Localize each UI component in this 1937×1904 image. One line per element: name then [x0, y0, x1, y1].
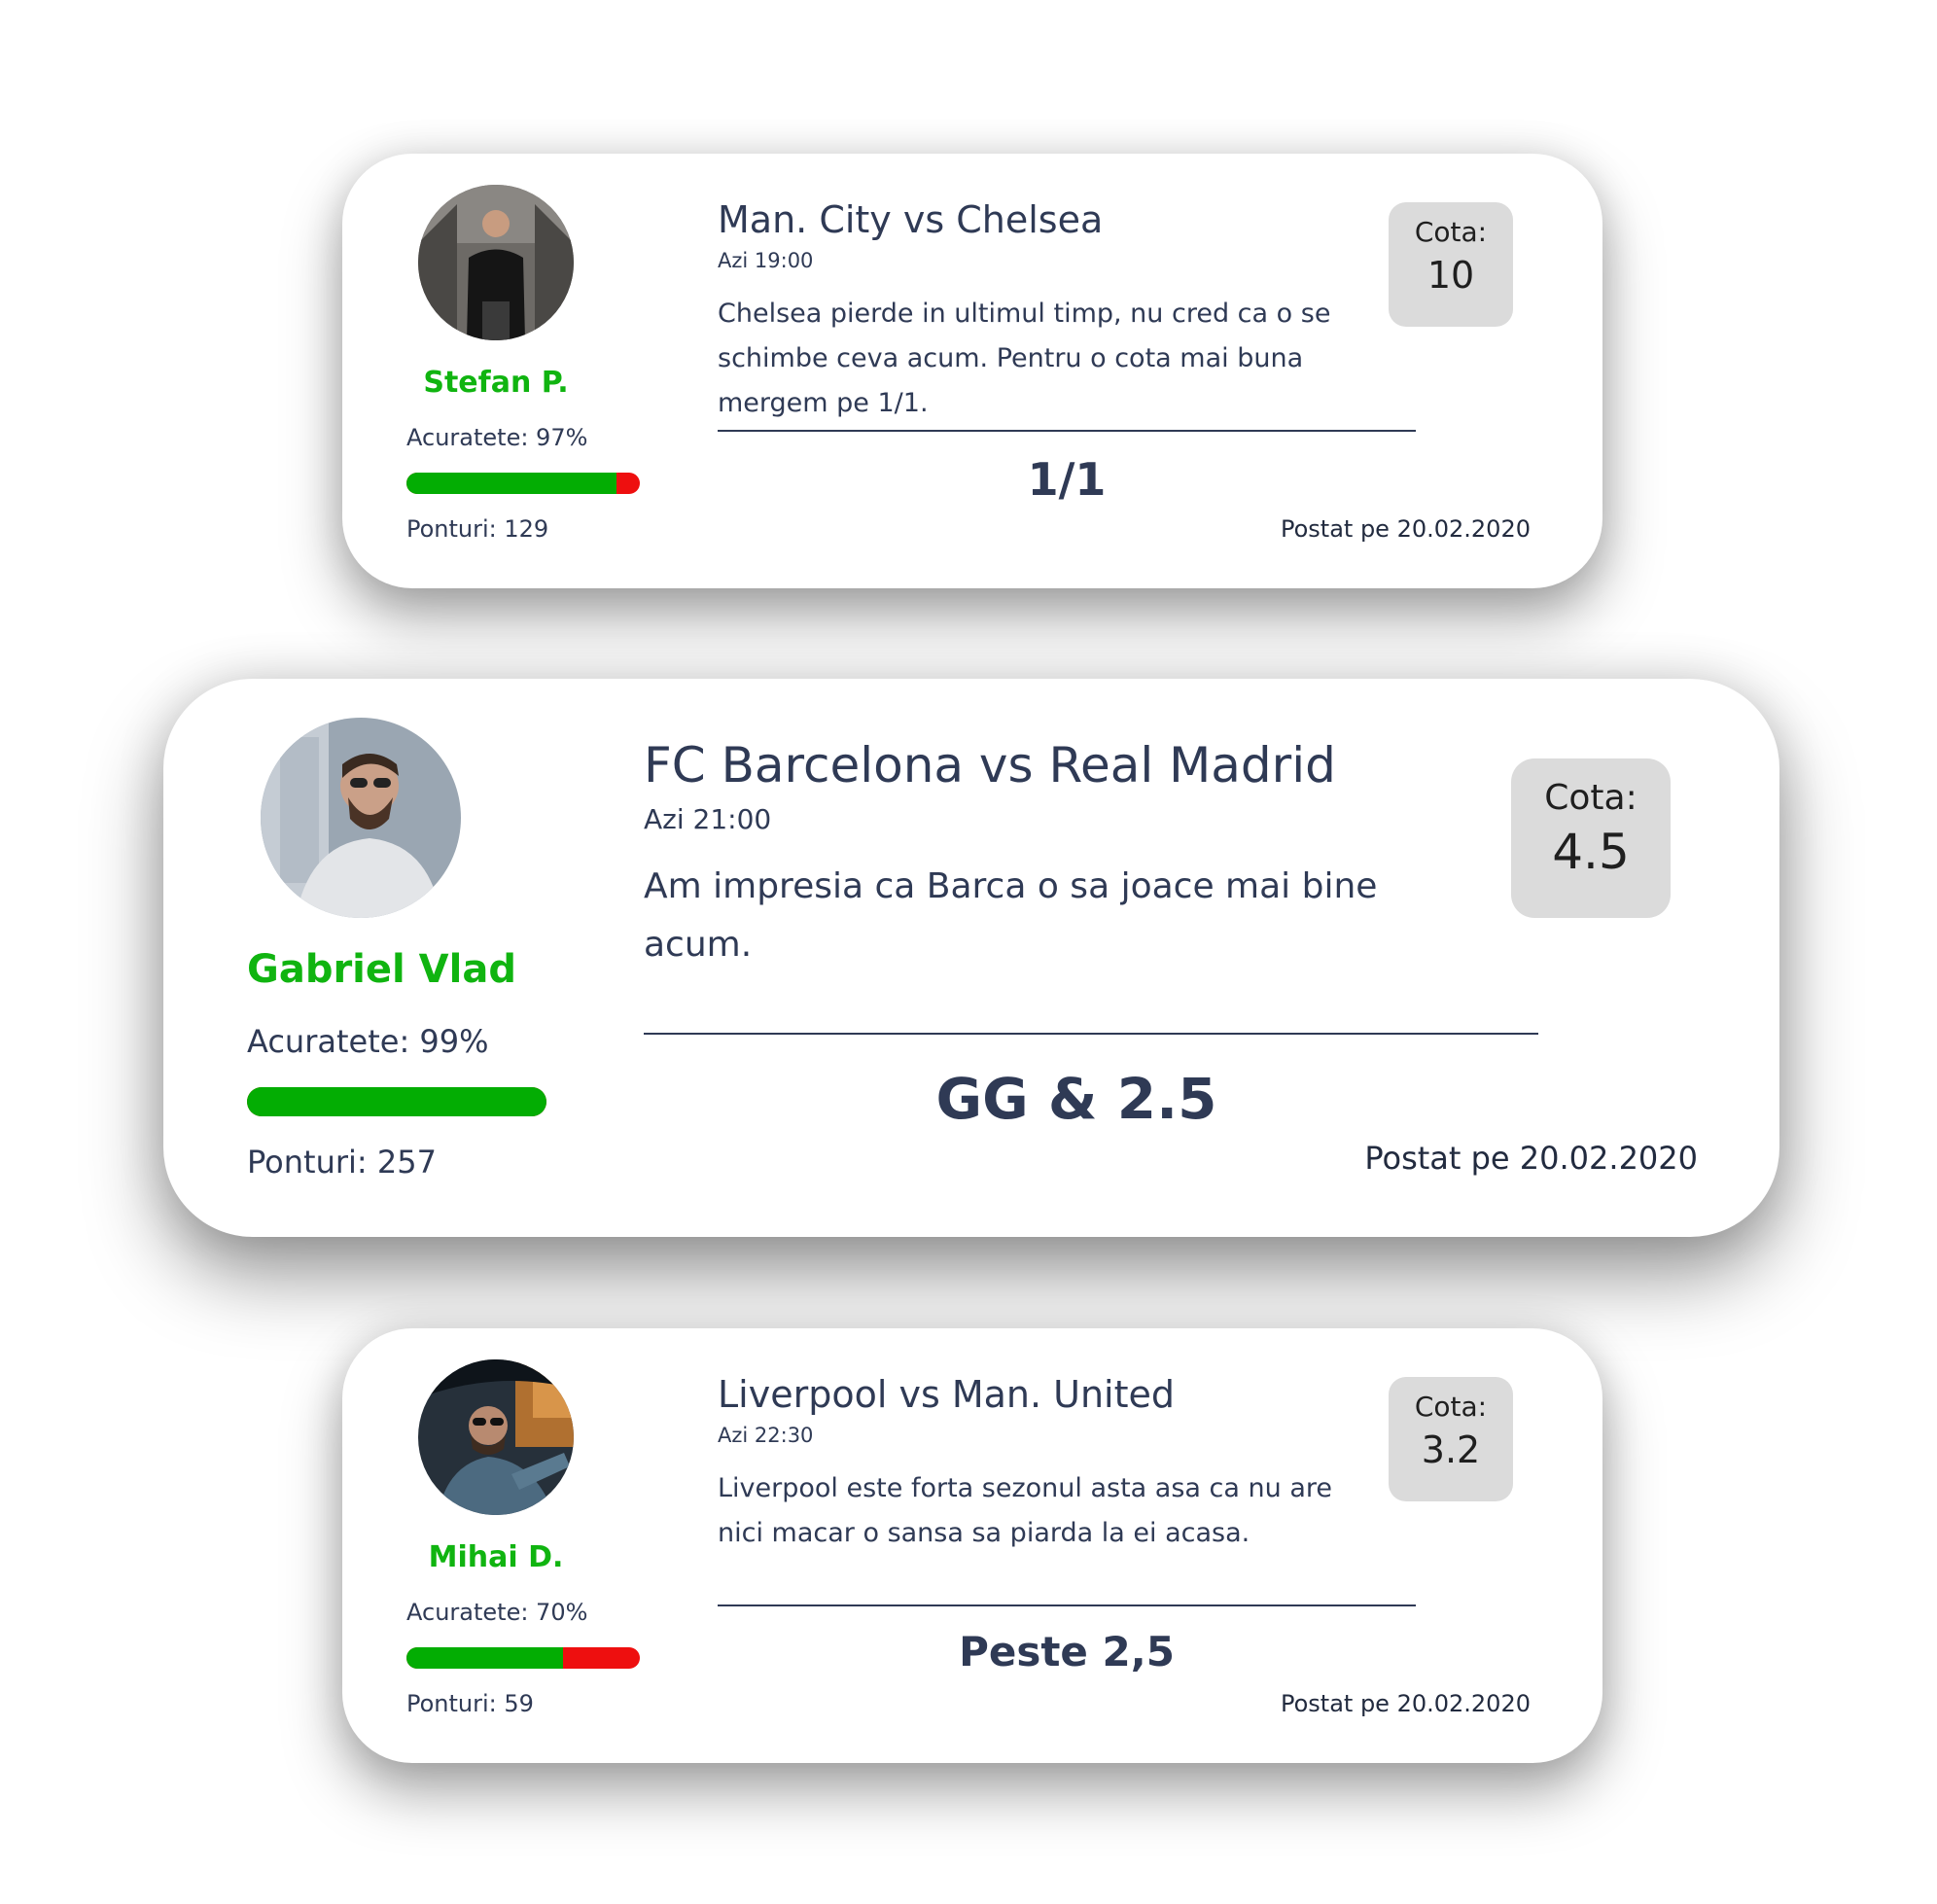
match-time: Azi 19:00 — [718, 249, 814, 272]
odds-value: 10 — [1426, 254, 1475, 297]
divider — [644, 1033, 1538, 1035]
tip-card[interactable]: Gabriel Vlad Acuratete: 99% Ponturi: 257… — [163, 679, 1779, 1237]
posted-date: Postat pe 20.02.2020 — [1364, 1140, 1698, 1177]
prediction-text: GG & 2.5 — [935, 1066, 1217, 1132]
user-name[interactable]: Mihai D. — [342, 1540, 650, 1574]
posted-date: Postat pe 20.02.2020 — [1280, 515, 1531, 543]
user-name[interactable]: Gabriel Vlad — [247, 947, 516, 992]
user-avatar-photo-icon — [261, 718, 461, 918]
tip-comment: Liverpool este forta sezonul asta asa ca… — [718, 1473, 1332, 1548]
accuracy-bar — [406, 1647, 640, 1669]
odds-label: Cota: — [1544, 778, 1638, 818]
odds-box[interactable]: Cota: 10 — [1389, 202, 1513, 327]
match-title[interactable]: FC Barcelona vs Real Madrid — [644, 737, 1336, 793]
user-avatar[interactable] — [418, 185, 574, 340]
accuracy-bar-fill — [406, 1647, 563, 1669]
match-title[interactable]: Man. City vs Chelsea — [718, 198, 1103, 241]
odds-label: Cota: — [1414, 216, 1488, 248]
accuracy-bar — [247, 1087, 546, 1116]
tip-card[interactable]: Mihai D. Acuratete: 70% Ponturi: 59 Live… — [342, 1328, 1602, 1763]
user-name[interactable]: Stefan P. — [342, 366, 650, 400]
match-time: Azi 21:00 — [644, 803, 772, 835]
posted-date: Postat pe 20.02.2020 — [1280, 1690, 1531, 1717]
user-avatar[interactable] — [261, 718, 461, 918]
accuracy-bar-fill — [247, 1087, 546, 1116]
accuracy-label: Acuratete: 97% — [406, 424, 588, 451]
match-title[interactable]: Liverpool vs Man. United — [718, 1373, 1175, 1416]
odds-value: 4.5 — [1552, 824, 1630, 880]
divider — [718, 1604, 1416, 1606]
user-avatar-photo-icon — [418, 185, 574, 340]
tips-count: Ponturi: 129 — [406, 515, 549, 543]
prediction-text: Peste 2,5 — [959, 1628, 1175, 1675]
prediction-text: 1/1 — [1027, 453, 1107, 506]
user-avatar-photo-icon — [418, 1359, 574, 1515]
match-time: Azi 22:30 — [718, 1424, 814, 1447]
odds-value: 3.2 — [1421, 1428, 1481, 1471]
tip-card[interactable]: Stefan P. Acuratete: 97% Ponturi: 129 Ma… — [342, 154, 1602, 588]
odds-box[interactable]: Cota: 3.2 — [1389, 1377, 1513, 1501]
tips-count: Ponturi: 59 — [406, 1690, 534, 1717]
divider — [718, 430, 1416, 432]
odds-box[interactable]: Cota: 4.5 — [1511, 758, 1671, 918]
tip-comment: Chelsea pierde in ultimul timp, nu cred … — [718, 299, 1331, 418]
accuracy-bar-fill — [406, 473, 616, 494]
tips-count: Ponturi: 257 — [247, 1144, 437, 1181]
accuracy-label: Acuratete: 99% — [247, 1023, 489, 1060]
odds-label: Cota: — [1414, 1391, 1488, 1423]
accuracy-bar — [406, 473, 640, 494]
tip-comment: Am impresia ca Barca o sa joace mai bine… — [644, 866, 1378, 965]
accuracy-label: Acuratete: 70% — [406, 1599, 588, 1626]
user-avatar[interactable] — [418, 1359, 574, 1515]
